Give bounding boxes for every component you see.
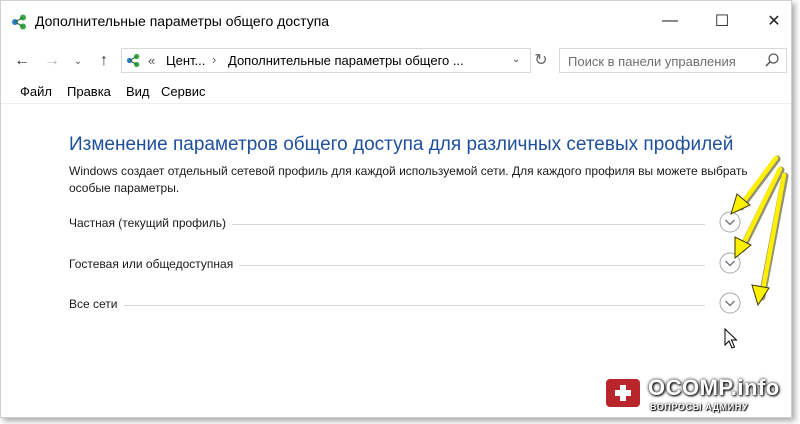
address-dropdown-button[interactable]: ⌄: [512, 54, 520, 65]
maximize-button[interactable]: ☐: [699, 1, 745, 41]
profile-section-all-networks[interactable]: Все сети: [69, 292, 741, 318]
refresh-button[interactable]: ↻: [531, 48, 551, 72]
plus-icon: [615, 385, 631, 401]
section-label[interactable]: Гостевая или общедоступная: [69, 257, 240, 271]
chevron-down-circle-icon[interactable]: [719, 211, 741, 233]
minimize-button[interactable]: —: [647, 1, 693, 41]
page-title: Изменение параметров общего доступа для …: [69, 134, 734, 155]
breadcrumb-item[interactable]: Цент...: [166, 53, 205, 68]
watermark-subtitle: ВОПРОСЫ АДМИНУ: [650, 402, 749, 412]
search-input[interactable]: [560, 49, 770, 74]
menu-edit[interactable]: Правка: [67, 84, 111, 99]
breadcrumb-item[interactable]: Дополнительные параметры общего ...: [228, 53, 464, 68]
menu-bar: Файл Правка Вид Сервис: [1, 81, 791, 104]
menu-view[interactable]: Вид: [126, 84, 150, 99]
chevron-down-circle-icon[interactable]: [719, 292, 741, 314]
network-sharing-icon: [12, 14, 26, 30]
section-label[interactable]: Все сети: [69, 297, 124, 311]
chevron-down-circle-icon[interactable]: [719, 252, 741, 274]
recent-locations-button[interactable]: ⌄: [67, 49, 89, 73]
breadcrumb-separator[interactable]: ›: [212, 52, 216, 67]
network-sharing-icon: [126, 53, 140, 68]
watermark-badge: [606, 379, 640, 407]
menu-file[interactable]: Файл: [20, 84, 52, 99]
hidden-crumbs-chevron[interactable]: «: [148, 53, 155, 68]
address-bar[interactable]: « Цент... › Дополнительные параметры общ…: [121, 48, 531, 73]
search-box[interactable]: [559, 48, 787, 74]
title-bar: Дополнительные параметры общего доступа …: [1, 1, 791, 41]
watermark-logo: OCOMP.info ВОПРОСЫ АДМИНУ: [606, 373, 796, 419]
window: Дополнительные параметры общего доступа …: [0, 0, 792, 418]
page-description: Windows создает отдельный сетевой профил…: [69, 164, 748, 195]
close-button[interactable]: ✕: [751, 1, 797, 41]
section-divider: [69, 305, 705, 306]
mouse-cursor-icon: [724, 328, 738, 349]
profile-section-private[interactable]: Частная (текущий профиль): [69, 211, 741, 237]
window-title: Дополнительные параметры общего доступа: [35, 13, 330, 29]
section-label[interactable]: Частная (текущий профиль): [69, 216, 233, 230]
up-button[interactable]: ↑: [93, 49, 115, 73]
watermark-title: OCOMP.info: [648, 375, 780, 400]
search-icon[interactable]: [764, 52, 780, 68]
forward-button[interactable]: →: [41, 49, 63, 73]
profile-section-guest[interactable]: Гостевая или общедоступная: [69, 252, 741, 278]
menu-tools[interactable]: Сервис: [161, 84, 206, 99]
back-button[interactable]: ←: [11, 49, 33, 73]
